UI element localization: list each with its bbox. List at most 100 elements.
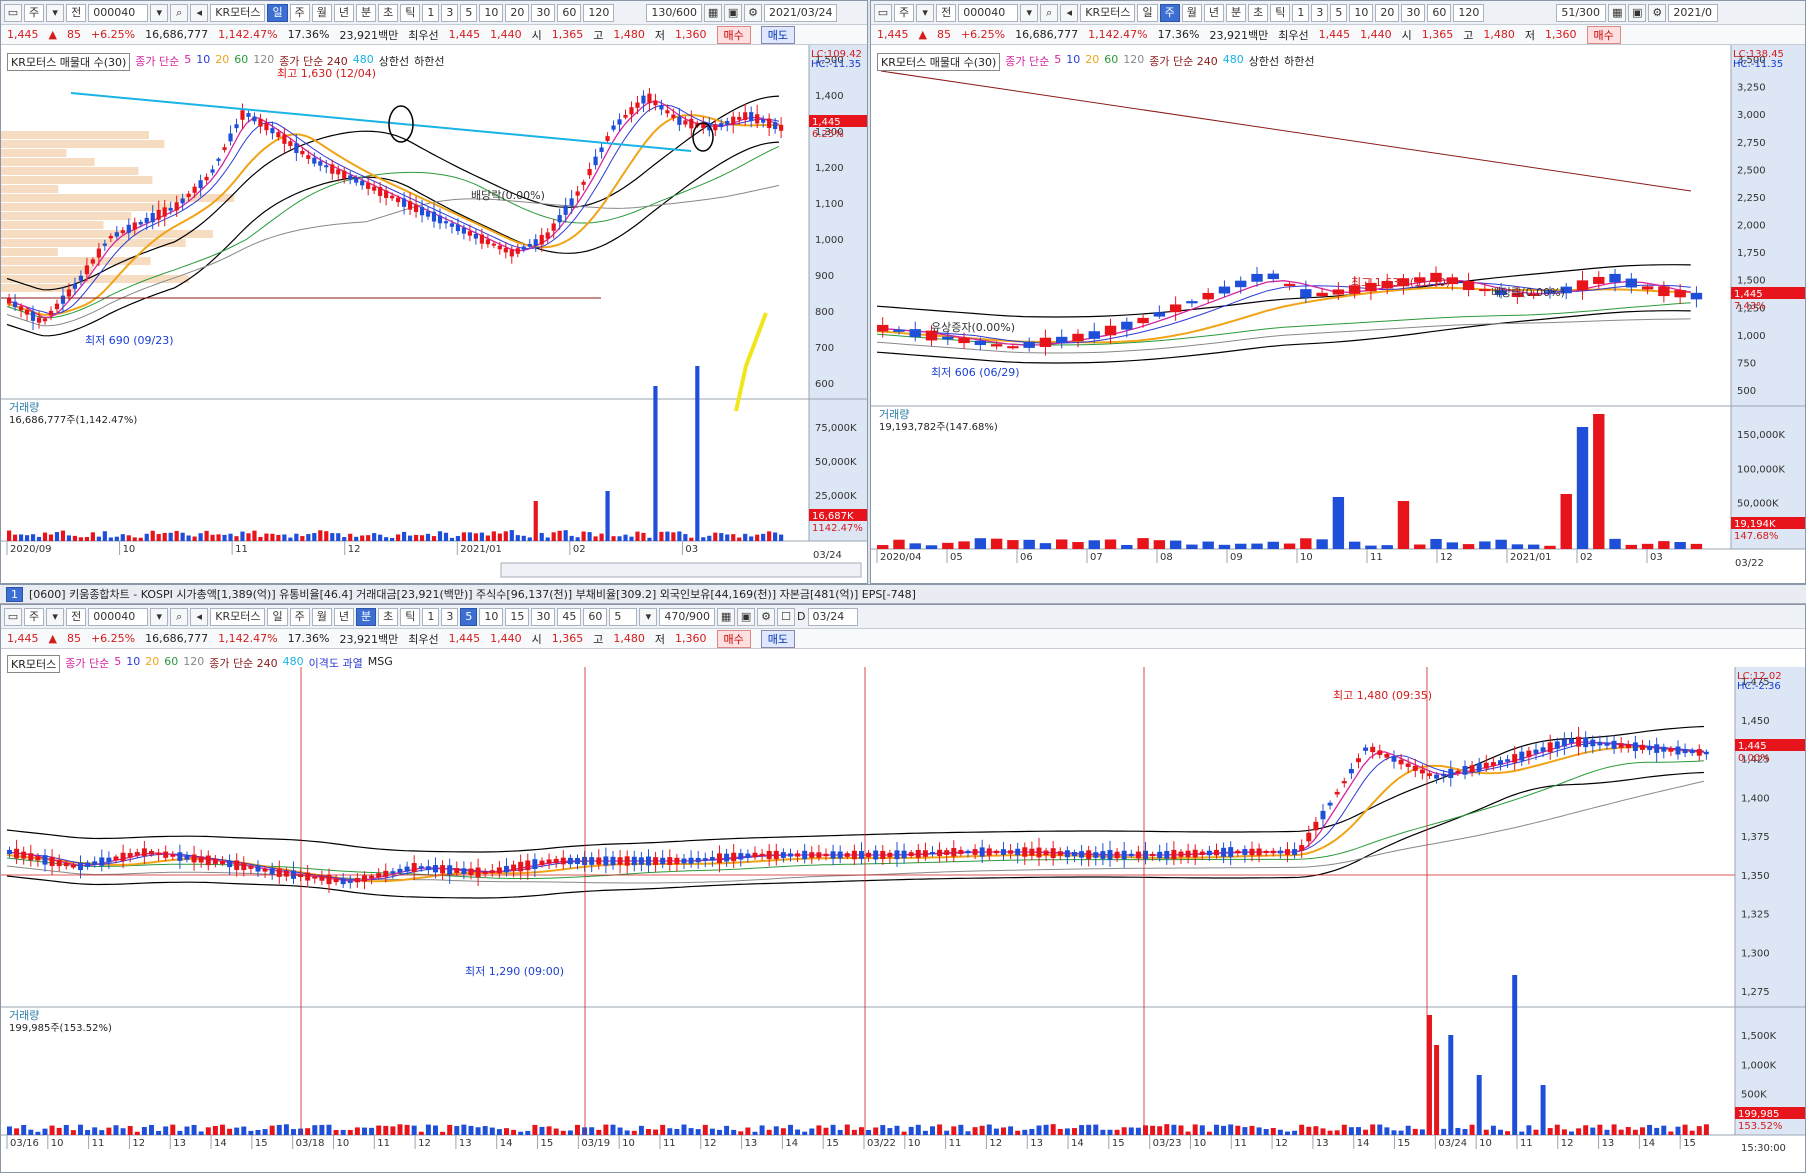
volume-bar [24,535,30,541]
candle-body [873,850,879,860]
volume-bar [149,1124,154,1135]
candle-body [677,116,682,125]
volume-bar [288,537,293,541]
volume-bar [324,531,329,541]
candle-body [378,186,383,196]
volume-bar [1696,1126,1702,1135]
x-tick-label: 10 [1479,1138,1492,1149]
candle-body [719,123,724,128]
volume-bar [539,1126,545,1135]
candle-body [144,217,149,223]
candle-body [738,853,744,860]
volume-bar [1270,1127,1276,1135]
y-tick-label: 1,375 [1741,832,1770,843]
legend-name[interactable]: KR모터스 매물대 수(30) [877,53,1001,71]
volume-bar [1313,1126,1319,1135]
volume-bar [1079,1125,1085,1135]
volume-bar [1008,1126,1014,1135]
candle-body [1479,289,1491,292]
x-tick-label: 11 [1520,1138,1533,1149]
volume-bar [1674,542,1686,549]
volume-profile-bar [1,203,171,211]
candle-body [96,248,101,258]
volume-bar [560,1130,566,1135]
volume-bar [677,531,682,541]
candle-body [617,119,622,125]
volume-bar [719,533,724,541]
candle-body [437,215,443,224]
volume-bar [168,532,173,541]
candle-body [1455,770,1461,774]
candle-body [1690,292,1703,300]
candle-body [1505,759,1511,762]
x-tick-label: 09 [1230,552,1243,563]
candle-body [42,318,48,322]
volume-bar [1202,541,1214,549]
volume-bar [461,532,467,541]
candle-body [1283,283,1296,286]
volume-bar [1043,1124,1049,1135]
y-tick-label: 3,250 [1737,83,1766,94]
volume-bar [1186,544,1198,549]
candle-body [1334,791,1340,795]
volume-bar [283,1124,289,1135]
volume-tick-label: 100,000K [1737,464,1785,475]
candle-body [319,876,325,881]
candle-body [1150,853,1156,857]
candle-body [1696,749,1702,756]
volume-tag-rate: 147.68% [1734,531,1779,542]
volume-bar [990,538,1003,549]
daily-chart-canvas[interactable]: 1,5001,4001,3001,2001,1001,0009008007006… [1,1,868,584]
legend-ma20: 20 [1085,53,1100,66]
minute-chart-canvas[interactable]: 1,4751,4501,4251,4001,3751,3501,3251,300… [1,605,1806,1173]
x-tick-label: 15 [1398,1138,1411,1149]
legend-name[interactable]: KR모터스 [7,655,61,673]
volume-bar [240,531,245,541]
volume-bar [1430,538,1442,549]
window-tab[interactable]: 1 [6,586,23,602]
candle-body [354,877,360,883]
candle-body [1609,273,1621,283]
volume-bar [1668,1131,1674,1135]
candle-body [575,857,580,865]
x-tick-label: 13 [1316,1138,1329,1149]
volume-bar [378,534,383,541]
legend-name[interactable]: KR모터스 매물대 수(30) [7,53,131,71]
weekly-chart-canvas[interactable]: 3,5003,2503,0002,7502,5002,2502,0001,750… [871,1,1806,584]
candle-body [1300,289,1312,298]
candle-body [1647,745,1653,751]
candle-body [659,105,664,110]
volume-bar [326,1124,332,1135]
candle-body [1668,747,1674,752]
volume-bar [731,534,736,541]
candle-body [527,243,532,247]
volume-bar [1114,1129,1120,1135]
volume-bar [1448,1035,1454,1135]
candle-body [333,878,339,883]
candle-body [709,857,715,861]
volume-bar [90,532,95,541]
volume-bar [262,1129,268,1135]
volume-bar [1292,1130,1298,1135]
volume-bar [518,1131,524,1135]
candle-body [1674,290,1686,298]
candle-body [641,95,646,104]
chart-window-minute: ▭ 주 ▾ 전 000040 ▾ ⌕ ◂ KR모터스 일 주 월 년 분 초 틱… [0,604,1806,1173]
volume-bar [624,1130,630,1135]
candle-body [695,857,701,863]
candle-body [354,177,359,183]
volume-bar [234,536,239,541]
high-note: 최고 1,630 (11/30) [1351,276,1450,289]
y-tick-label: 3,000 [1737,110,1766,121]
volume-bar [674,1129,680,1135]
candle-body [7,849,12,855]
candle-body [132,222,137,230]
y-tick-label: 1,200 [815,163,844,174]
candle-body [1658,286,1670,297]
legend-upper: 상한선 [378,55,410,68]
candle-body [773,122,778,129]
y-tick-label: 1,400 [1741,793,1770,804]
candle-body [1251,273,1263,282]
candle-body [264,123,269,131]
volume-bar [170,1124,176,1135]
